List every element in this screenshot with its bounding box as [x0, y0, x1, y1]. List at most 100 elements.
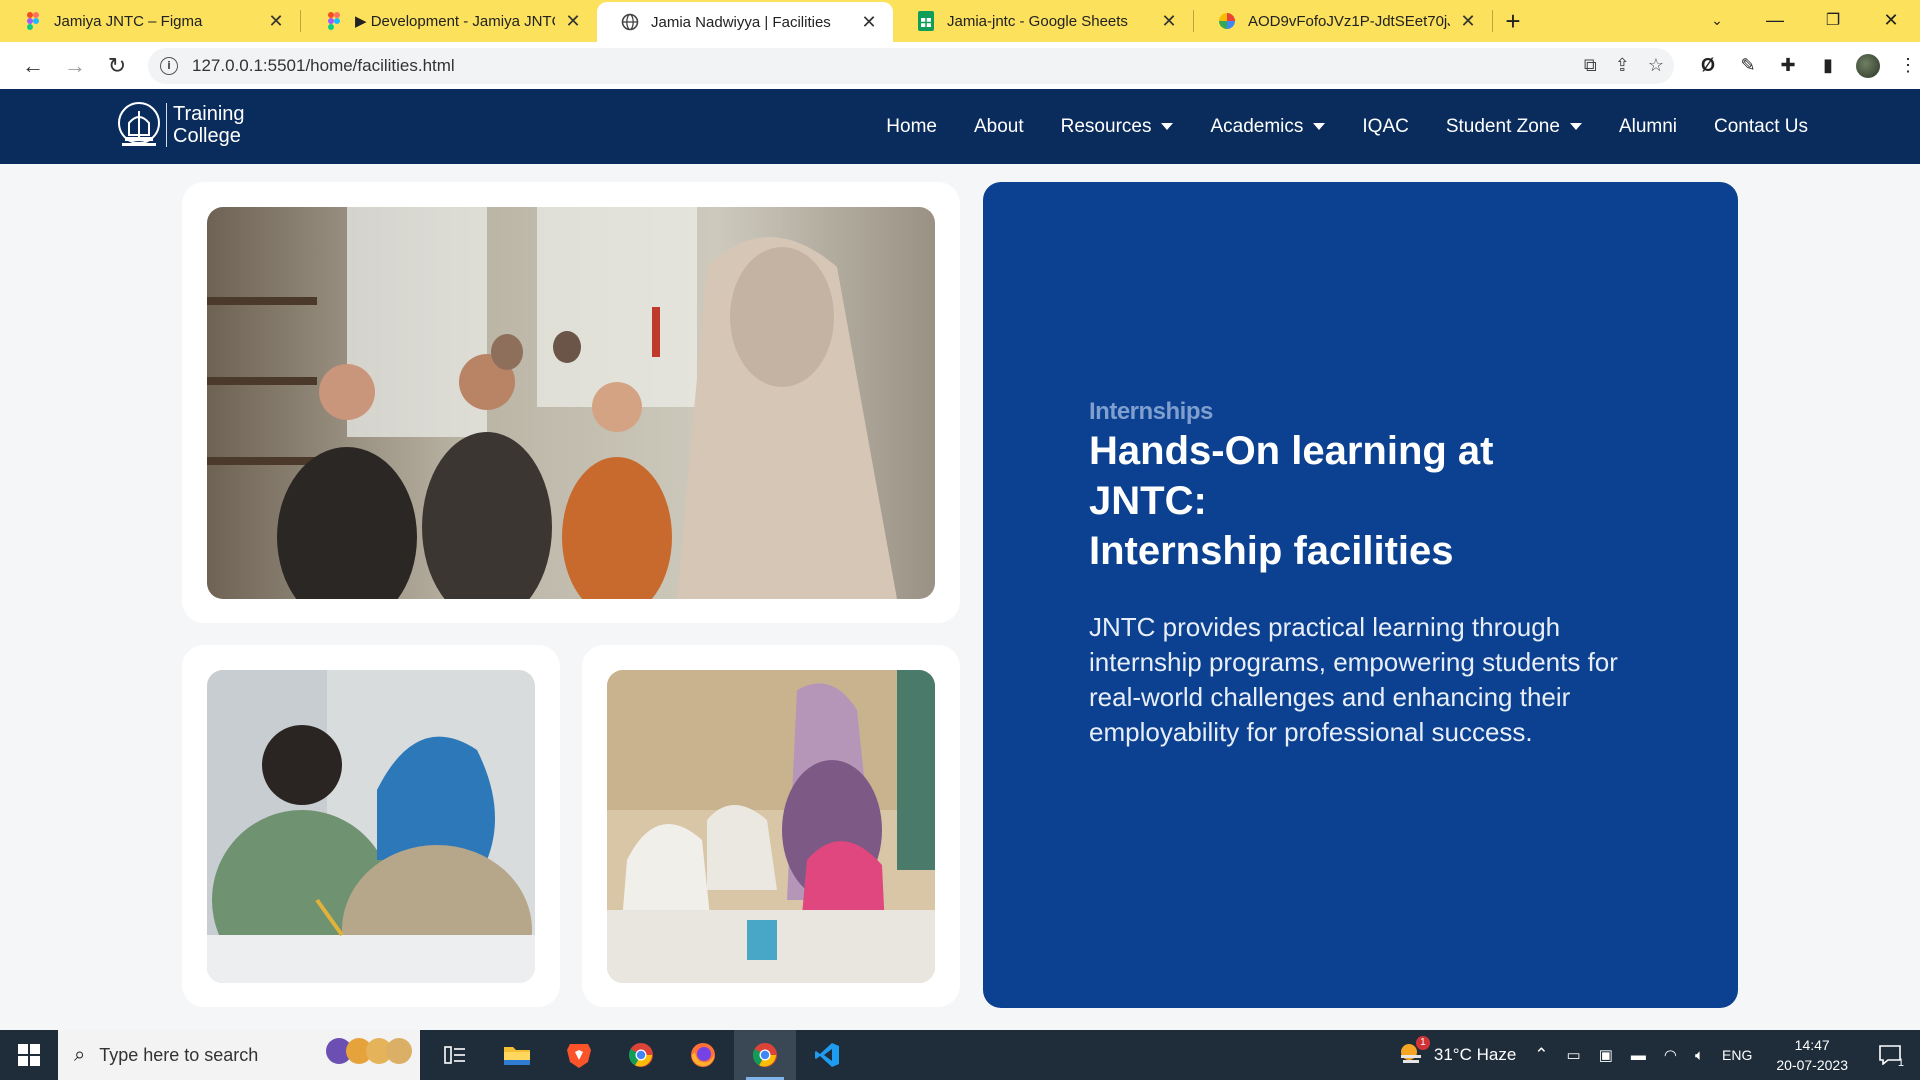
section-heading: Hands-On learning at JNTC: Internship fa… — [1089, 426, 1649, 576]
girls-classroom-photo — [607, 670, 935, 983]
clock[interactable]: 14:47 20-07-2023 — [1776, 1035, 1848, 1075]
display-icon[interactable]: ▣ — [1599, 1046, 1613, 1064]
firefox-icon[interactable] — [672, 1030, 734, 1080]
restore-button[interactable]: ❐ — [1804, 10, 1862, 30]
browser-tab[interactable]: Jamiya JNTC – Figma ✕ — [0, 0, 300, 42]
nav-contact-us[interactable]: Contact Us — [1714, 116, 1808, 138]
main-menu: Home About Resources Academics IQAC Stud… — [886, 89, 1808, 164]
system-tray: 1 31°C Haze ⌃ ▭ ▣ ▬ ◠ 🔈︎ ENG 14:47 20-07… — [1398, 1030, 1920, 1080]
profile-avatar[interactable] — [1856, 53, 1880, 78]
logo-text: Training College — [173, 103, 245, 147]
site-info-icon[interactable]: i — [160, 56, 178, 75]
language-indicator[interactable]: ENG — [1722, 1047, 1752, 1063]
windows-start-icon[interactable] — [0, 1030, 58, 1080]
nav-academics[interactable]: Academics — [1210, 115, 1326, 138]
browser-tab[interactable]: ▶ Development - Jamiya JNTC ✕ — [301, 0, 597, 42]
tab-title: Jamia-jntc - Google Sheets — [947, 12, 1128, 30]
image-card-small-right — [582, 645, 960, 1007]
weather-badge: 1 — [1415, 1035, 1430, 1050]
photos-icon — [1218, 12, 1236, 30]
nav-label: Resources — [1060, 115, 1152, 137]
caret-down-icon — [1161, 123, 1174, 130]
weather-text[interactable]: 31°C Haze — [1434, 1045, 1516, 1065]
nav-home[interactable]: Home — [886, 116, 937, 138]
pen-extension-icon[interactable]: ✎ — [1736, 54, 1760, 78]
heading-line: Internship facilities — [1089, 529, 1454, 573]
extension-icon[interactable]: Ø — [1696, 54, 1720, 78]
caret-down-icon — [1313, 123, 1326, 130]
close-icon[interactable]: ✕ — [859, 12, 879, 33]
sheets-icon — [917, 11, 935, 31]
wifi-icon[interactable]: ◠ — [1664, 1046, 1677, 1064]
browser-tab-active[interactable]: Jamia Nadwiyya | Facilities ✕ — [597, 2, 893, 42]
tab-title: AOD9vFofoJVz1P-JdtSEet70jJ7R2 — [1248, 12, 1450, 30]
close-window-button[interactable]: ✕ — [1862, 10, 1920, 31]
close-icon[interactable]: ✕ — [1458, 11, 1478, 32]
side-panel-icon[interactable]: ▮ — [1816, 54, 1840, 78]
college-crest-icon — [118, 102, 160, 146]
nav-label: Student Zone — [1445, 115, 1560, 137]
logo-divider — [166, 103, 167, 147]
nav-resources[interactable]: Resources — [1061, 116, 1174, 138]
heading-line: JNTC: — [1089, 479, 1207, 523]
nav-label: Alumni — [1618, 115, 1678, 137]
tab-title: ▶ Development - Jamiya JNTC — [355, 13, 555, 30]
task-view-icon[interactable] — [424, 1030, 486, 1080]
notification-icon[interactable]: 1 — [1870, 1045, 1910, 1069]
site-logo[interactable]: Training College — [116, 99, 245, 151]
tab-title: Jamia Nadwiyya | Facilities — [651, 13, 831, 31]
taskbar-apps — [424, 1030, 858, 1080]
browser-tab[interactable]: Jamia-jntc - Google Sheets ✕ — [893, 0, 1193, 42]
image-card-small-left — [182, 645, 560, 1007]
clock-date: 20-07-2023 — [1776, 1057, 1848, 1073]
internships-panel: Internships Hands-On learning at JNTC: I… — [983, 182, 1738, 1008]
nav-label: IQAC — [1362, 115, 1409, 137]
figma-icon — [24, 12, 42, 30]
meet-now-icon[interactable]: ▭ — [1567, 1046, 1581, 1064]
window-controls: ⌄ — ❐ ✕ — [1688, 0, 1920, 40]
minimize-button[interactable]: — — [1746, 10, 1804, 31]
weather-icon[interactable]: 1 — [1398, 1035, 1430, 1069]
heading-line: Hands-On learning at — [1089, 429, 1494, 473]
close-icon[interactable]: ✕ — [563, 11, 583, 32]
site-header: Training College Home About Resources Ac… — [0, 89, 1920, 164]
new-tab-button[interactable]: + — [1493, 0, 1533, 42]
battery-icon[interactable]: ▬ — [1631, 1047, 1646, 1064]
section-eyebrow: Internships — [1089, 398, 1213, 425]
search-placeholder: Type here to search — [99, 1044, 259, 1065]
close-icon[interactable]: ✕ — [1159, 11, 1179, 32]
tab-search-icon[interactable]: ⌄ — [1688, 12, 1746, 29]
back-button[interactable]: ← — [14, 47, 52, 85]
share-icon[interactable]: ⇪ — [1615, 55, 1630, 76]
bookmark-star-icon[interactable]: ☆ — [1648, 55, 1664, 76]
chrome-active-icon[interactable] — [734, 1030, 796, 1080]
windows-taskbar: ⌕ Type here to search 1 31°C Haze ⌃ ▭ ▣ … — [0, 1030, 1920, 1080]
puzzle-extensions-icon[interactable]: ✚ — [1776, 54, 1800, 78]
browser-menu-icon[interactable]: ⋮ — [1896, 54, 1920, 78]
brave-browser-icon[interactable] — [548, 1030, 610, 1080]
logo-line: College — [173, 125, 241, 147]
nav-student-zone[interactable]: Student Zone — [1446, 116, 1582, 138]
chevron-up-icon[interactable]: ⌃ — [1534, 1045, 1548, 1065]
search-highlight-icon — [326, 1038, 412, 1064]
reload-button[interactable]: ↻ — [98, 47, 136, 85]
url-text[interactable]: 127.0.0.1:5501/home/facilities.html — [192, 56, 455, 76]
browser-tab[interactable]: AOD9vFofoJVz1P-JdtSEet70jJ7R2 ✕ — [1194, 0, 1492, 42]
forward-button[interactable]: → — [56, 47, 94, 85]
chrome-icon[interactable] — [610, 1030, 672, 1080]
nav-about[interactable]: About — [974, 116, 1024, 138]
nav-label: Academics — [1210, 115, 1304, 137]
nav-iqac[interactable]: IQAC — [1362, 116, 1408, 138]
volume-icon[interactable]: 🔈︎ — [1695, 1047, 1704, 1064]
tab-title: Jamiya JNTC – Figma — [54, 12, 203, 30]
open-in-app-icon[interactable]: ⧉ — [1584, 55, 1597, 76]
address-bar[interactable]: i 127.0.0.1:5501/home/facilities.html ⧉ … — [148, 47, 1674, 84]
logo-line: Training — [173, 103, 245, 125]
nav-alumni[interactable]: Alumni — [1619, 116, 1677, 138]
taskbar-search-box[interactable]: ⌕ Type here to search — [58, 1030, 420, 1080]
clock-time: 14:47 — [1794, 1037, 1830, 1053]
close-icon[interactable]: ✕ — [266, 11, 286, 32]
file-explorer-icon[interactable] — [486, 1030, 548, 1080]
browser-tab-strip: Jamiya JNTC – Figma ✕ ▶ Development - Ja… — [0, 0, 1920, 42]
vscode-icon[interactable] — [796, 1030, 858, 1080]
